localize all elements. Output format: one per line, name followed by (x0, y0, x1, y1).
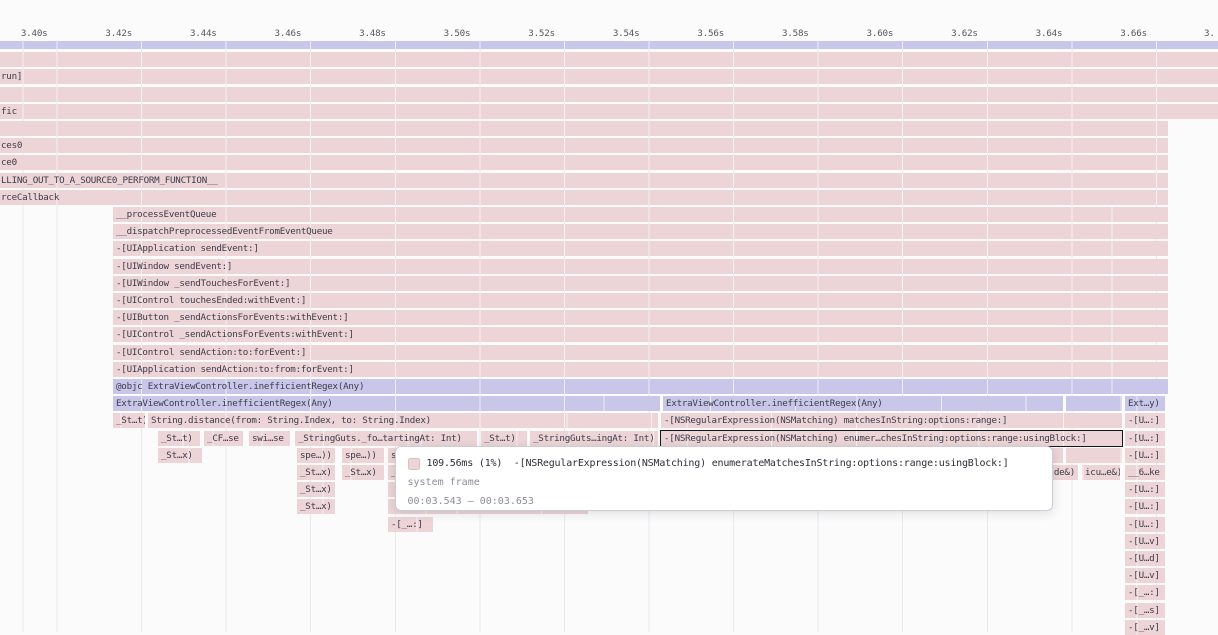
flame-cell[interactable]: _St…x) (158, 448, 202, 463)
flame-cell[interactable]: -[NSRegularExpression(NSMatching) matche… (661, 413, 1122, 428)
flame-cell[interactable]: -[UIButton _sendActionsForEvents:withEve… (113, 310, 1168, 325)
ruler-tick-label: 3.50s (410, 28, 470, 39)
flame-cell[interactable]: @objc ExtraViewController.inefficientReg… (113, 379, 1168, 394)
flame-cell[interactable]: -[U…:] (1125, 499, 1165, 514)
flame-cell[interactable] (1066, 396, 1122, 411)
flame-cell[interactable]: -[UIControl sendAction:to:forEvent:] (113, 345, 1168, 360)
ruler-tick-label: 3.44s (157, 28, 217, 39)
flame-cell[interactable]: -[U…d] (1125, 551, 1165, 566)
ruler-tick-label: 3.54s (579, 28, 639, 39)
flame-cell[interactable]: run] (0, 69, 1218, 84)
flame-cell[interactable]: -[UIControl touchesEnded:withEvent:] (113, 293, 1168, 308)
flame-cell[interactable]: LLING_OUT_TO_A_SOURCE0_PERFORM_FUNCTION_… (0, 173, 1168, 188)
ruler-tick-label-partial: 3. (1204, 28, 1218, 39)
frame-tooltip: 109.56ms (1%) -[NSRegularExpression(NSMa… (395, 446, 1053, 511)
frame-color-swatch-icon (408, 458, 420, 470)
flame-cell[interactable]: __6…ke (1125, 465, 1165, 480)
ruler-tick-label: 3.46s (241, 28, 301, 39)
flame-cell[interactable]: __dispatchPreprocessedEventFromEventQueu… (113, 224, 1168, 239)
flame-cell[interactable]: spe…)) (342, 448, 384, 463)
flame-cell[interactable]: -[U…:] (1125, 431, 1165, 446)
flame-cell[interactable]: -[U…v] (1125, 568, 1165, 583)
flame-cell[interactable]: -[UIApplication sendEvent:] (113, 241, 1168, 256)
flame-cell[interactable] (0, 121, 1168, 136)
flame-cell[interactable]: -[UIWindow _sendTouchesForEvent:] (113, 276, 1168, 291)
flame-cell[interactable]: -[U…:] (1125, 413, 1165, 428)
flame-cell[interactable]: String.distance(from: String.Index, to: … (148, 413, 658, 428)
ruler-tick-label: 3.64s (1002, 28, 1062, 39)
flame-cell[interactable]: -[U…:] (1125, 482, 1165, 497)
flame-cell[interactable]: -[UIWindow sendEvent:] (113, 259, 1168, 274)
flame-cell[interactable]: -[UIControl _sendActionsForEvents:withEv… (113, 327, 1168, 342)
ruler-tick-label: 3.42s (72, 28, 132, 39)
tooltip-time-range: 00:03.543 — 00:03.653 (408, 496, 1040, 510)
ruler-tick-label: 3.52s (495, 28, 555, 39)
flame-cell[interactable]: -[U…:] (1125, 448, 1165, 463)
flame-cell[interactable]: rceCallback (0, 190, 1168, 205)
flame-cell[interactable]: -[U…v] (1125, 534, 1165, 549)
flame-cell[interactable]: fic (0, 104, 1218, 119)
flame-cell-selected[interactable]: -[NSRegularExpression(NSMatching) enumer… (661, 431, 1122, 446)
flame-cell[interactable] (1066, 448, 1122, 463)
ruler-tick-label: 3.60s (833, 28, 893, 39)
flame-cell[interactable]: ces0 (0, 138, 1168, 153)
flame-cell[interactable]: Ext…y) (1125, 396, 1165, 411)
flame-cell[interactable]: -[UIApplication sendAction:to:from:forEv… (113, 362, 1168, 377)
flame-cell[interactable]: -[_…s] (1125, 603, 1165, 618)
flame-cell[interactable]: _CF…se (204, 431, 243, 446)
flame-cell[interactable]: _St…x) (342, 465, 384, 480)
flame-cell[interactable]: _St…t) (481, 431, 527, 446)
flame-cell[interactable] (0, 52, 1218, 67)
ruler-tick-label: 3.62s (918, 28, 978, 39)
flame-cell[interactable]: _St…t) (158, 431, 200, 446)
ruler-tick-label: 3.56s (664, 28, 724, 39)
flame-cell[interactable]: spe…)) (297, 448, 335, 463)
ruler-tick-label: 3.48s (326, 28, 386, 39)
instruments-flame-graph-view: 3.40s 3.42s 3.44s 3.46s 3.48s 3.50s 3.52s 3.54s… (0, 0, 1218, 632)
flame-cell[interactable]: _StringGuts._fo…tartingAt: Int) (295, 431, 477, 446)
flame-cell[interactable]: -[U…:] (1125, 517, 1165, 532)
flame-cell[interactable] (0, 87, 1218, 102)
flame-cell[interactable] (0, 41, 1218, 49)
flame-cell[interactable]: -[_…:] (1125, 585, 1165, 600)
flame-cell[interactable]: __processEventQueue (113, 207, 1168, 222)
flame-cell[interactable]: _St…t) (113, 413, 145, 428)
ruler-tick-label: 3.40s (0, 28, 48, 39)
flame-cell[interactable]: _St…x) (297, 465, 335, 480)
tooltip-subtitle: system frame (408, 477, 1040, 491)
flame-cell[interactable]: ExtraViewController.inefficientRegex(Any… (113, 396, 660, 411)
time-ruler[interactable]: 3.40s 3.42s 3.44s 3.46s 3.48s 3.50s 3.52s 3.54s… (0, 25, 1218, 40)
flame-cell[interactable]: ExtraViewController.inefficientRegex(Any… (663, 396, 1063, 411)
ruler-tick-label: 3.66s (1087, 28, 1147, 39)
flame-cell[interactable]: icu…e&) (1082, 465, 1120, 480)
tooltip-title: 109.56ms (1%) -[NSRegularExpression(NSMa… (427, 458, 1009, 469)
flame-cell[interactable]: -[_…:] (388, 517, 433, 532)
flame-cell[interactable]: _St…x) (297, 499, 335, 514)
ruler-tick-label: 3.58s (749, 28, 809, 39)
flame-cell[interactable]: -[_…v] (1125, 620, 1165, 635)
flame-cell[interactable]: swi…se (249, 431, 290, 446)
flame-cell[interactable]: _StringGuts…ingAt: Int) (530, 431, 658, 446)
flame-cell[interactable]: _St…x) (297, 482, 335, 497)
flame-cell[interactable]: ce0 (0, 155, 1168, 170)
